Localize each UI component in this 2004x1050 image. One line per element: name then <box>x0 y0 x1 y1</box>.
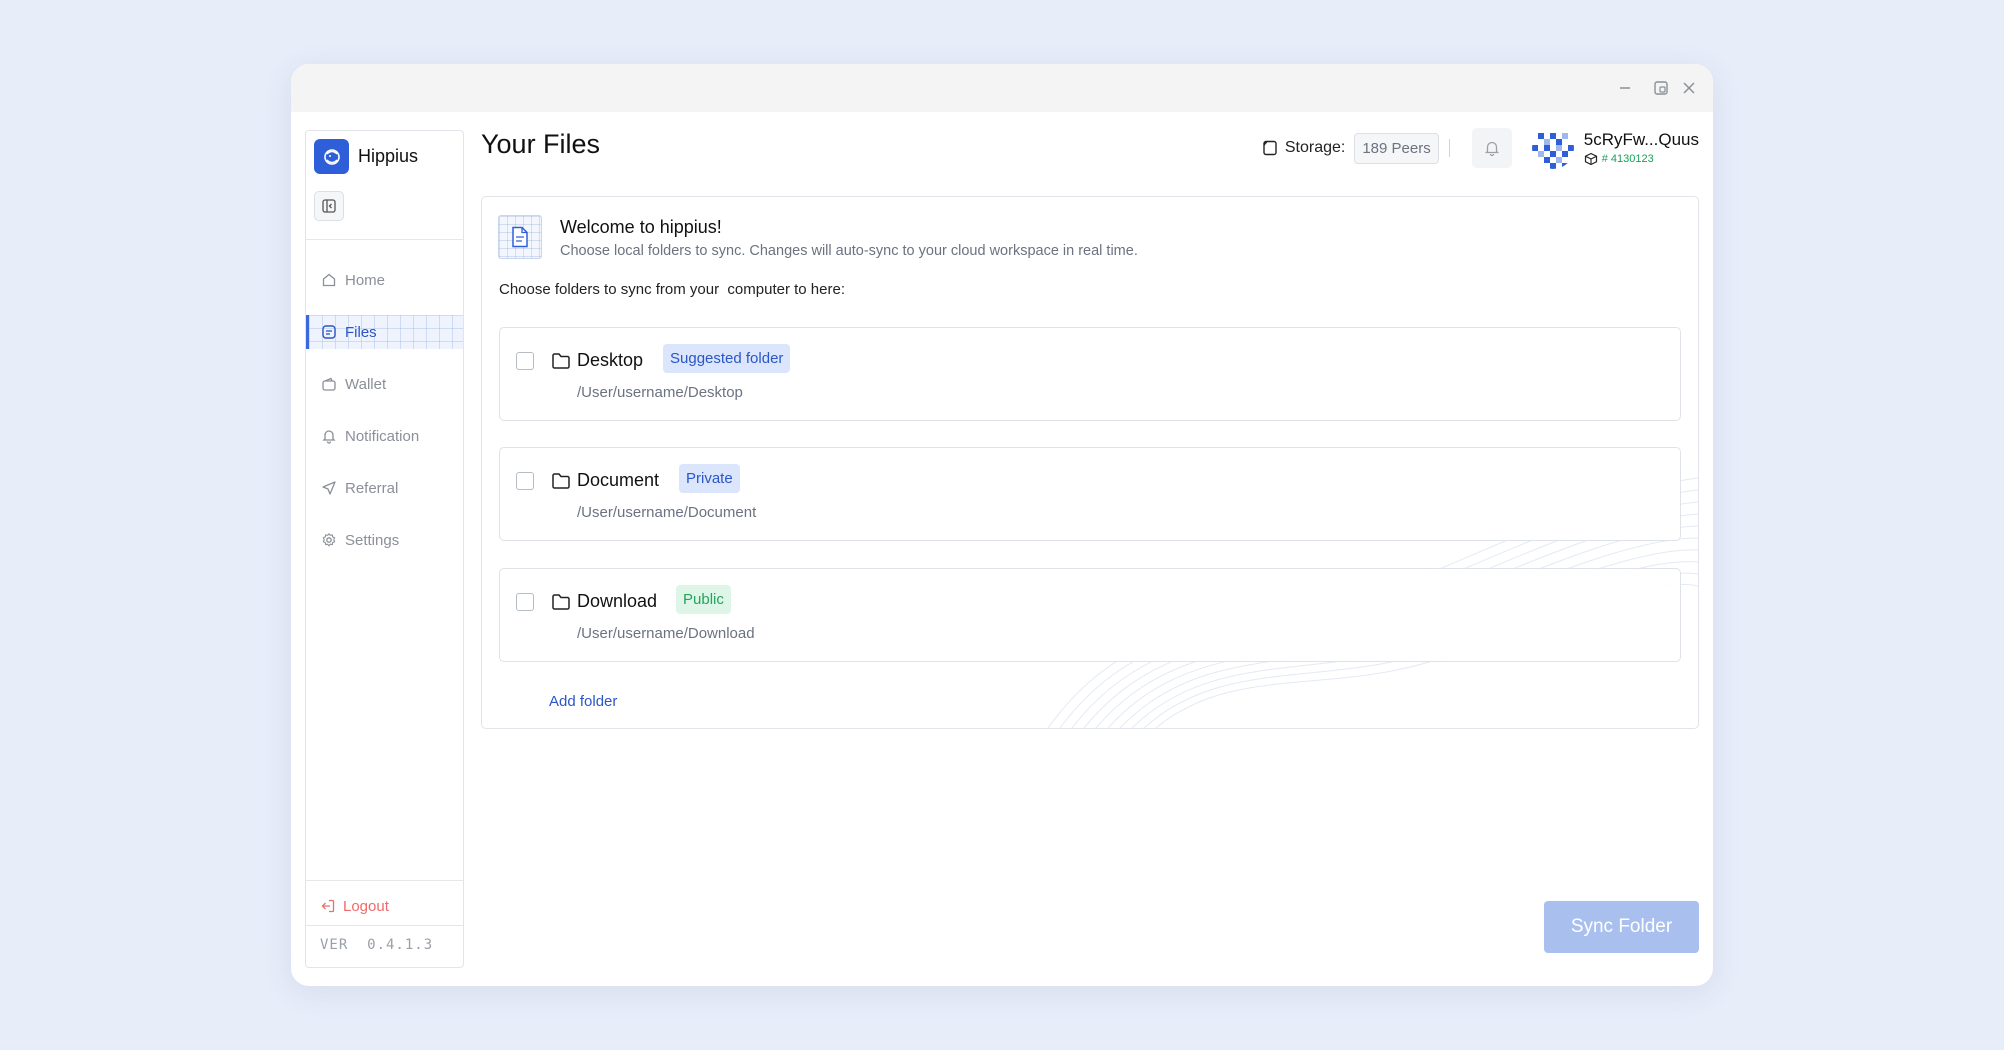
gear-icon <box>320 531 338 549</box>
close-icon[interactable] <box>1677 76 1701 100</box>
sidebar-item-files[interactable]: Files <box>306 315 463 349</box>
sidebar-item-label: Home <box>345 271 386 289</box>
user-id-row: # 4130123 <box>1584 152 1699 166</box>
restore-icon[interactable] <box>1649 76 1673 100</box>
folder-name: Document <box>577 470 660 490</box>
title-bar <box>291 64 1713 112</box>
public-badge: Public <box>676 585 731 614</box>
document-icon <box>498 215 542 259</box>
sidebar-item-label: Referral <box>345 479 399 497</box>
logout-button[interactable]: Logout <box>320 897 389 915</box>
cube-icon <box>1584 152 1598 166</box>
folder-option-download[interactable]: Download Public /User/username/Download <box>499 568 1681 662</box>
sidebar-item-label: Notification <box>345 427 420 445</box>
folder-checkbox[interactable] <box>516 593 534 611</box>
folder-icon <box>551 352 571 370</box>
sync-folder-button[interactable]: Sync Folder <box>1544 901 1699 953</box>
hippius-logo-icon <box>314 139 349 174</box>
welcome-subtitle: Choose local folders to sync. Changes wi… <box>560 243 1138 259</box>
sidebar-divider <box>306 880 463 881</box>
folder-option-desktop[interactable]: Desktop Suggested folder /User/username/… <box>499 327 1681 421</box>
choose-folders-label: Choose folders to sync from your compute… <box>499 281 845 298</box>
logout-label: Logout <box>343 897 389 915</box>
minimize-icon[interactable] <box>1613 76 1637 100</box>
sidebar-item-wallet[interactable]: Wallet <box>306 367 463 401</box>
add-folder-link[interactable]: Add folder <box>549 693 617 710</box>
folder-path: /User/username/Document <box>577 504 757 521</box>
bell-icon <box>1484 141 1499 157</box>
collapse-icon <box>322 199 336 213</box>
user-name: 5cRyFw...Quus <box>1583 130 1699 149</box>
sidebar-divider <box>306 925 463 926</box>
private-badge: Private <box>679 464 740 493</box>
welcome-title: Welcome to hippius! <box>560 217 722 237</box>
folder-icon <box>551 593 571 611</box>
notification-button[interactable] <box>1471 128 1512 168</box>
sidebar-item-settings[interactable]: Settings <box>306 523 463 557</box>
welcome-card: Welcome to hippius! Choose local folders… <box>481 196 1699 729</box>
folder-checkbox[interactable] <box>516 472 534 490</box>
folder-icon <box>551 472 571 490</box>
sidebar-item-label: Settings <box>345 531 400 549</box>
app-name: Hippius <box>358 146 419 166</box>
folder-path: /User/username/Download <box>577 625 755 642</box>
storage-icon <box>1261 139 1279 157</box>
sidebar-collapse-button[interactable] <box>314 191 344 221</box>
sidebar-divider <box>306 239 463 240</box>
app-window: Hippius Home Files Wallet Notification R… <box>291 64 1713 986</box>
folder-option-document[interactable]: Document Private /User/username/Document <box>499 447 1681 541</box>
sidebar-item-referral[interactable]: Referral <box>306 471 463 505</box>
avatar[interactable] <box>1531 127 1574 169</box>
send-icon <box>320 479 338 497</box>
user-id: # 4130123 <box>1601 153 1654 165</box>
suggested-badge: Suggested folder <box>663 344 791 373</box>
sidebar-item-label: Files <box>345 323 377 341</box>
wallet-icon <box>320 375 338 393</box>
peers-badge: 189 Peers <box>1354 132 1439 164</box>
sidebar-item-notification[interactable]: Notification <box>306 419 463 453</box>
files-icon <box>320 323 338 341</box>
sidebar: Hippius Home Files Wallet Notification R… <box>305 130 464 968</box>
sidebar-item-home[interactable]: Home <box>306 263 463 297</box>
folder-name: Download <box>577 591 658 611</box>
sidebar-item-label: Wallet <box>345 375 387 393</box>
bell-icon <box>320 427 338 445</box>
home-icon <box>320 271 338 289</box>
folder-name: Desktop <box>577 350 644 370</box>
storage-label: Storage: <box>1284 139 1346 156</box>
folder-checkbox[interactable] <box>516 352 534 370</box>
header-separator <box>1448 139 1450 157</box>
page-title: Your Files <box>481 129 601 159</box>
header-toolbar: Storage: 189 Peers 5cRyFw...Quus # 41301… <box>1261 124 1699 172</box>
logout-icon <box>320 897 338 915</box>
folder-path: /User/username/Desktop <box>577 384 743 401</box>
app-logo-row: Hippius <box>314 139 418 174</box>
app-version: VER 0.4.1.3 <box>320 937 434 953</box>
user-info: 5cRyFw...Quus # 4130123 <box>1584 130 1699 166</box>
